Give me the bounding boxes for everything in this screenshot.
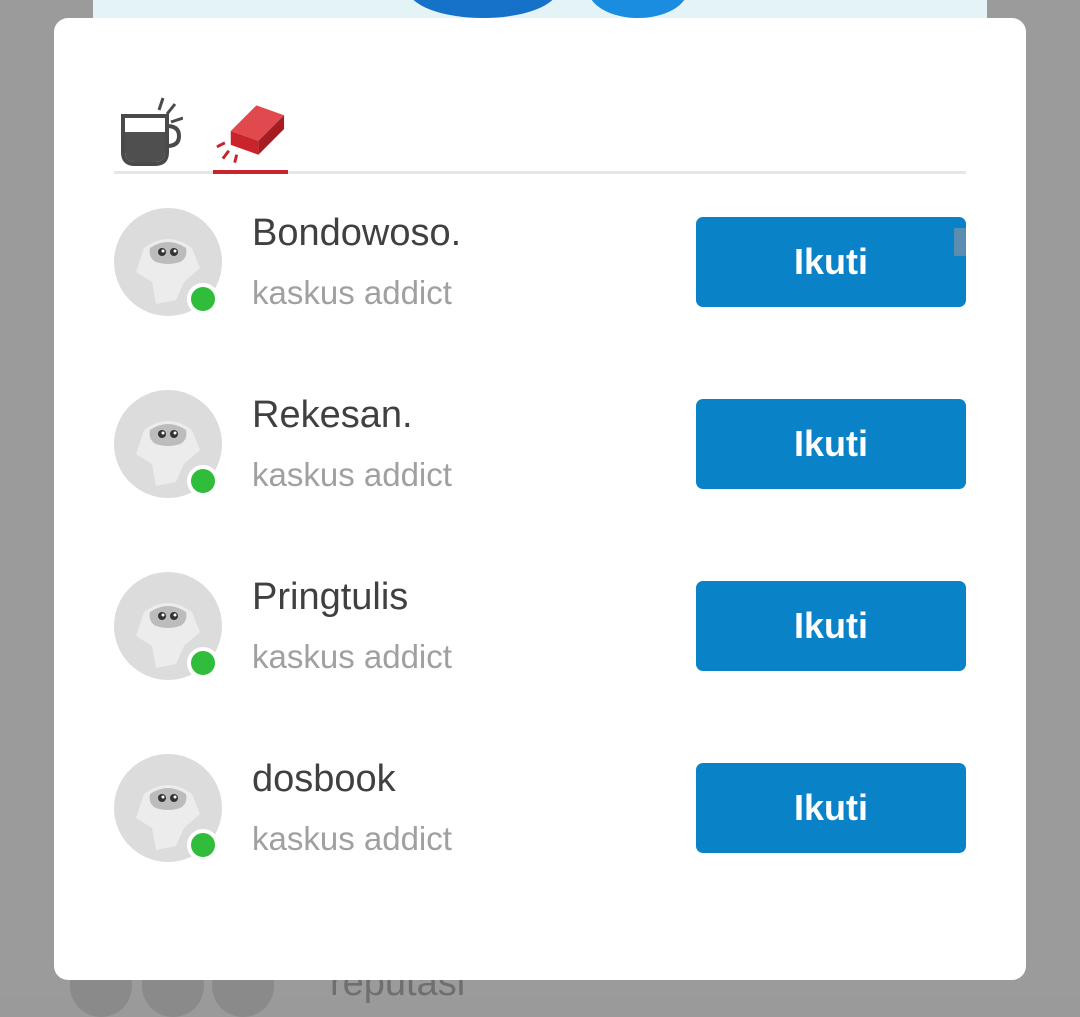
tab-cendol[interactable] bbox=[114, 93, 186, 171]
user-rank: kaskus addict bbox=[252, 638, 452, 675]
user-rank: kaskus addict bbox=[252, 456, 452, 493]
bata-brick-icon bbox=[216, 105, 285, 163]
list-item: Rekesan. kaskus addict Ikuti bbox=[114, 390, 966, 500]
avatar[interactable] bbox=[114, 754, 222, 862]
follow-button[interactable]: Ikuti bbox=[696, 217, 966, 307]
avatar[interactable] bbox=[114, 390, 222, 498]
online-indicator bbox=[187, 465, 219, 497]
cendol-cup-icon bbox=[121, 97, 183, 166]
reputation-tabs bbox=[114, 93, 966, 174]
list-item: dosbook kaskus addict Ikuti bbox=[114, 754, 966, 864]
online-indicator bbox=[187, 647, 219, 679]
online-indicator bbox=[187, 283, 219, 315]
avatar[interactable] bbox=[114, 208, 222, 316]
username[interactable]: Rekesan. bbox=[252, 394, 413, 437]
scrollbar-thumb[interactable] bbox=[954, 228, 966, 256]
follow-button[interactable]: Ikuti bbox=[696, 581, 966, 671]
avatar[interactable] bbox=[114, 572, 222, 680]
user-rank: kaskus addict bbox=[252, 274, 452, 311]
username[interactable]: dosbook bbox=[252, 758, 396, 801]
list-item: Bondowoso. kaskus addict Ikuti bbox=[114, 208, 966, 318]
username[interactable]: Bondowoso. bbox=[252, 212, 461, 255]
list-item: Pringtulis kaskus addict Ikuti bbox=[114, 572, 966, 682]
banner-mascot-shape bbox=[588, 0, 688, 18]
followers-modal: Bondowoso. kaskus addict Ikuti Rekesan. … bbox=[54, 18, 1026, 980]
banner-mascot-shape bbox=[408, 0, 558, 18]
tab-bata[interactable] bbox=[213, 93, 288, 174]
user-rank: kaskus addict bbox=[252, 820, 452, 857]
follow-button[interactable]: Ikuti bbox=[696, 763, 966, 853]
online-indicator bbox=[187, 829, 219, 861]
username[interactable]: Pringtulis bbox=[252, 576, 408, 619]
follow-button[interactable]: Ikuti bbox=[696, 399, 966, 489]
